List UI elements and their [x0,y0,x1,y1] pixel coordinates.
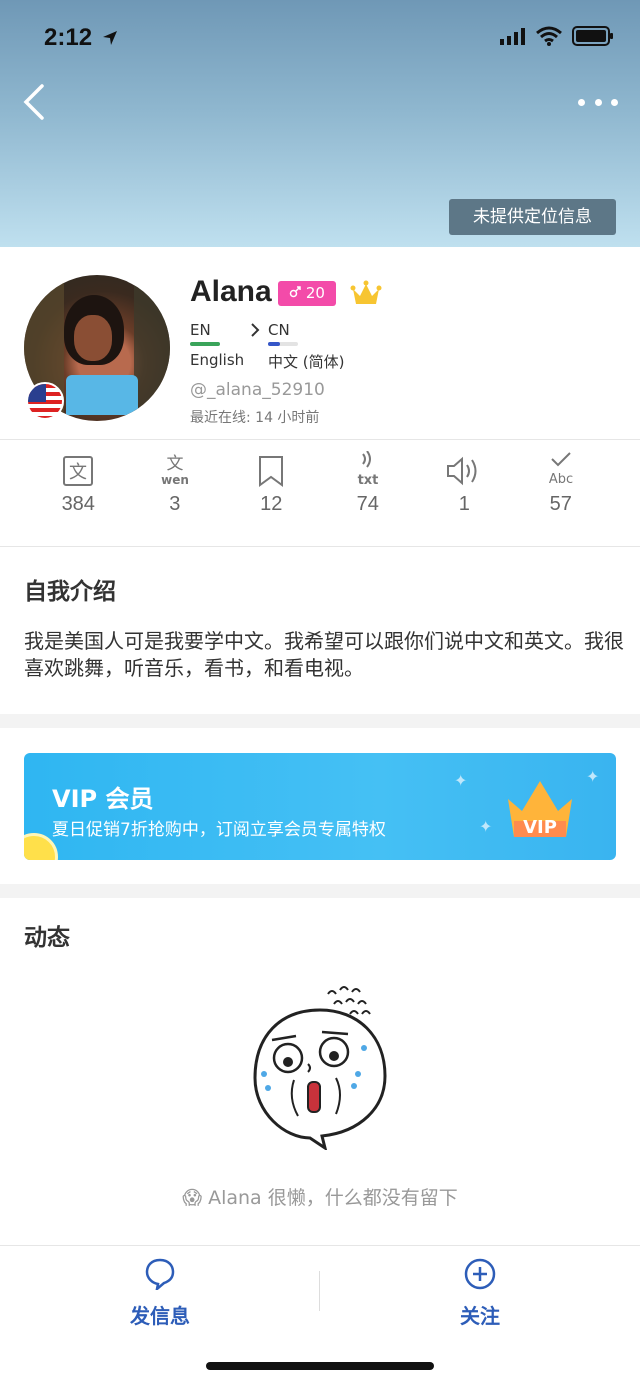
send-message-label: 发信息 [130,1304,190,1328]
learning-proficiency-bar [268,342,298,346]
male-symbol-icon [289,286,301,298]
level-badge: 20 [278,281,336,306]
profile-name: Alana [190,275,272,308]
status-time: 2:12 [44,24,119,52]
stat-item[interactable]: Abc 57 [513,441,610,546]
stat-value: 57 [549,493,572,515]
status-icons [500,26,614,46]
plus-circle-icon [464,1258,496,1290]
wifi-icon [536,26,562,46]
check-abc-icon: Abc [549,452,573,487]
sparkle-icon: ✦ [454,771,468,790]
stat-item[interactable]: 1 [416,441,513,546]
us-flag-icon [26,382,64,420]
stat-value: 12 [260,493,283,515]
learning-language-name: 中文 (简体) [268,353,345,371]
stat-item[interactable]: 文 wen 3 [127,441,224,546]
vip-subtitle: 夏日促销7折抢购中，订阅立享会员专属特权 [52,820,386,840]
svg-text:文: 文 [166,454,183,474]
intro-title: 自我介绍 [24,579,116,605]
empty-feed-message: 😱 Alana 很懒，什么都没有留下 [0,1183,640,1210]
send-message-button[interactable]: 发信息 [80,1258,240,1329]
vip-crown-icon: VIP [508,781,572,838]
chevron-right-icon [251,323,260,337]
stat-item[interactable]: 12 [223,441,320,546]
sparkle-icon: ✦ [586,767,600,786]
learning-language-code: CN [268,321,290,339]
stat-value: 74 [356,493,379,515]
vip-banner[interactable]: VIP 会员 夏日促销7折抢购中，订阅立享会员专属特权 ✦ ✦ ✦ VIP [24,753,616,860]
shocked-face-icon [253,986,387,1150]
profile-card [0,247,640,440]
native-proficiency-bar [190,342,220,346]
stats-row: 文 384 文 wen 3 12 txt 74 1 Abc 57 [0,441,640,547]
profile-header: 2:12 未提供定位信息 [0,0,640,247]
battery-icon [572,26,613,46]
location-badge: 未提供定位信息 [449,199,616,235]
follow-label: 关注 [460,1304,500,1328]
back-button[interactable] [20,82,56,122]
svg-text:Abc: Abc [549,472,573,487]
scream-emoji-icon: 😱 [182,1187,203,1209]
user-handle: @_alana_52910 [190,380,325,400]
intro-text: 我是美国人可是我要学中文。我希望可以跟你们说中文和英文。我很喜欢跳舞，听音乐，看… [24,629,624,680]
location-arrow-icon [102,31,117,45]
action-divider [319,1271,320,1311]
bookmark-icon [259,456,284,487]
svg-text:文: 文 [69,462,87,483]
native-language-name: English [190,351,245,369]
follow-button[interactable]: 关注 [400,1258,560,1329]
more-icon [578,98,585,106]
status-time-text: 2:12 [44,24,93,51]
more-button[interactable] [578,90,618,114]
back-icon [23,84,44,120]
stat-item[interactable]: txt 74 [320,441,417,546]
chat-bubble-icon [145,1258,175,1293]
vip-title: VIP 会员 [52,785,154,813]
wen-pinyin-icon: 文 wen [161,454,189,487]
empty-feed-text: Alana 很懒，什么都没有留下 [208,1187,458,1209]
stat-value: 384 [61,493,95,515]
voice-text-icon: txt [357,451,378,487]
sparkle-icon: ✦ [479,817,493,836]
svg-text:txt: txt [357,473,378,487]
stat-value: 3 [169,493,181,515]
last-online: 最近在线: 14 小时前 [190,410,320,426]
stat-item[interactable]: 文 384 [30,441,127,546]
section-divider [0,884,640,898]
svg-text:wen: wen [161,473,189,487]
native-language-code: EN [190,321,211,339]
speaker-icon [447,456,477,486]
vip-badge-text: VIP [523,817,557,838]
crown-icon [350,280,382,304]
signal-icon [500,28,525,45]
home-indicator[interactable] [206,1362,434,1370]
wen-character-icon: 文 [63,456,94,486]
section-divider [0,714,640,728]
feed-title: 动态 [24,925,70,951]
stat-value: 1 [458,493,470,515]
level-number: 20 [305,284,325,302]
